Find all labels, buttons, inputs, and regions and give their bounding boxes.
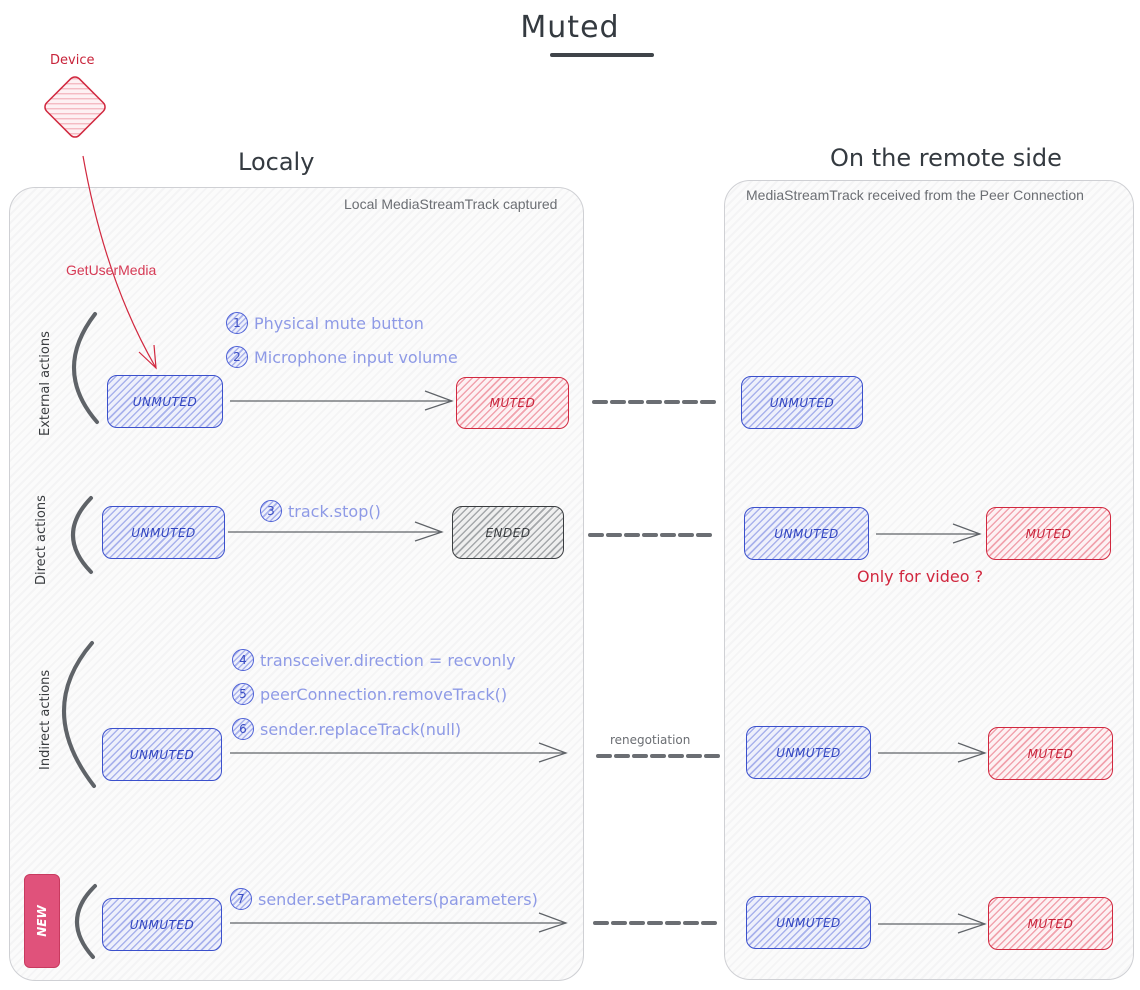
bracket-new [75, 884, 97, 959]
state-unmuted-remote-row4: UNMUTED [746, 896, 871, 949]
group-label-external: External actions [38, 331, 53, 436]
step-number-badge: 7 [230, 888, 252, 910]
action-text: Physical mute button [254, 313, 424, 333]
action-item: 6 sender.replaceTrack(null) [232, 718, 461, 740]
state-muted-local-row1: MUTED [456, 377, 569, 429]
new-badge: NEW [24, 874, 60, 968]
action-item: 4 transceiver.direction = recvonly [232, 649, 516, 671]
action-text: sender.replaceTrack(null) [260, 719, 462, 739]
renegotiation-label: renegotiation [610, 733, 691, 747]
action-text: track.stop() [288, 501, 381, 521]
group-label-direct: Direct actions [34, 495, 49, 585]
state-muted-remote-row2: MUTED [986, 507, 1111, 560]
state-unmuted-local-row3: UNMUTED [102, 728, 222, 781]
step-number-badge: 6 [232, 718, 254, 740]
step-number-badge: 3 [260, 500, 282, 522]
bracket-external [72, 312, 99, 424]
action-text: peerConnection.removeTrack() [260, 684, 508, 704]
bracket-direct [71, 496, 93, 574]
step-number-badge: 2 [226, 346, 248, 368]
device-label: Device [50, 53, 95, 68]
state-unmuted-remote-row1: UNMUTED [741, 376, 863, 429]
group-label-indirect: Indirect actions [38, 669, 53, 770]
action-item: 7 sender.setParameters(parameters) [230, 888, 538, 910]
step-number-badge: 5 [232, 683, 254, 705]
only-for-video-note: Only for video ? [857, 567, 984, 586]
connector-layer [44, 76, 987, 959]
state-muted-remote-row3: MUTED [988, 727, 1113, 780]
state-ended-local-row2: ENDED [452, 506, 564, 559]
action-item: 5 peerConnection.removeTrack() [232, 683, 507, 705]
state-unmuted-local-row4: UNMUTED [102, 898, 222, 951]
action-item: 2 Microphone input volume [226, 346, 458, 368]
device-icon [44, 76, 106, 138]
step-number-badge: 1 [226, 312, 248, 334]
state-unmuted-remote-row2: UNMUTED [744, 507, 869, 560]
step-number-badge: 4 [232, 649, 254, 671]
action-item: 1 Physical mute button [226, 312, 424, 334]
new-badge-label: NEW [35, 905, 49, 937]
state-unmuted-local-row2: UNMUTED [102, 506, 225, 559]
state-muted-remote-row4: MUTED [988, 897, 1113, 950]
action-text: Microphone input volume [254, 347, 458, 367]
action-text: sender.setParameters(parameters) [258, 889, 538, 909]
state-unmuted-local-row1: UNMUTED [107, 375, 223, 428]
action-item: 3 track.stop() [260, 500, 381, 522]
bracket-indirect [62, 641, 96, 788]
getusermedia-label: GetUserMedia [66, 262, 157, 278]
action-text: transceiver.direction = recvonly [260, 650, 516, 670]
state-unmuted-remote-row3: UNMUTED [746, 726, 871, 779]
